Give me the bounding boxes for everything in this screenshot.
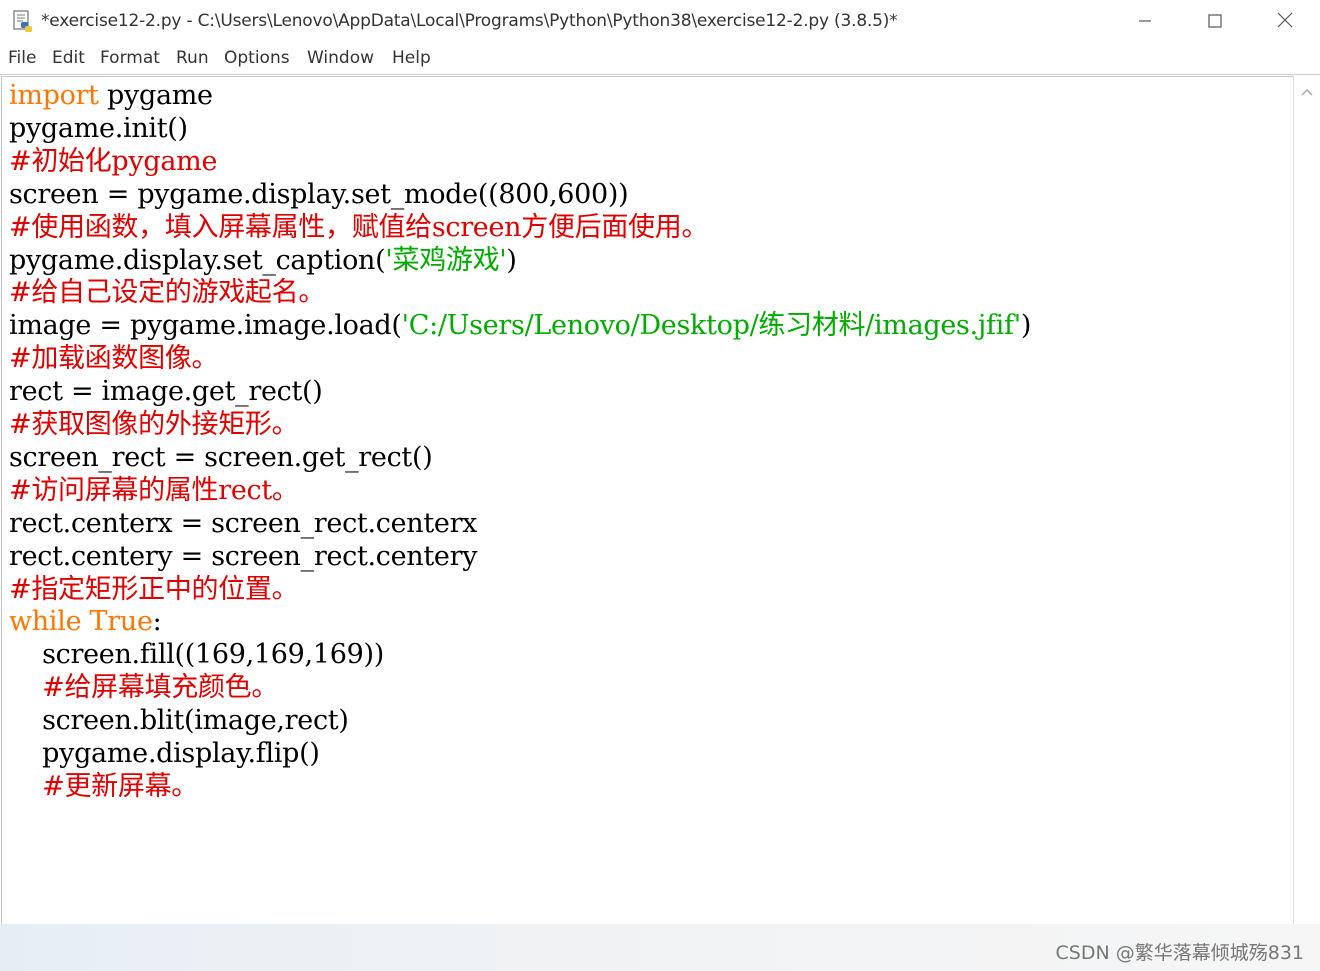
- code-line: #指定矩形正中的位置。: [9, 573, 299, 606]
- code-line: screen.fill((169,169,169)): [9, 638, 384, 671]
- code-token: pygame: [98, 80, 213, 111]
- comment-token: #给自己设定的游戏起名。: [9, 277, 326, 309]
- comment-token: #访问屏幕的属性rect。: [9, 474, 299, 506]
- comment-token: #获取图像的外接矩形。: [9, 409, 299, 440]
- menu-edit[interactable]: Edit: [52, 48, 85, 68]
- code-line: image = pygame.image.load('C:/Users/Leno…: [9, 309, 1031, 342]
- code-token: rect.centery = screen_rect.centery: [9, 540, 478, 572]
- python-file-icon[interactable]: [12, 10, 34, 34]
- code-token: ): [1020, 310, 1032, 342]
- close-button[interactable]: [1250, 0, 1320, 44]
- code-token: :: [152, 606, 162, 638]
- string-token: 'C:/Users/Lenovo/Desktop/练习材料/images.jfi…: [401, 310, 1021, 342]
- code-token: rect.centerx = screen_rect.centerx: [9, 507, 478, 539]
- menu-help[interactable]: Help: [392, 48, 431, 68]
- code-token: screen = pygame.display.set_mode((800,60…: [9, 178, 629, 210]
- keyword-token: True: [89, 606, 153, 638]
- code-line: screen.blit(image,rect): [9, 704, 349, 737]
- code-line: rect = image.get_rect(): [9, 375, 323, 408]
- scroll-up-arrow-icon[interactable]: [1300, 82, 1314, 96]
- code-token: pygame.display.set_caption(: [9, 244, 386, 276]
- code-line: #更新屏幕。: [9, 770, 198, 803]
- code-line: #给屏幕填充颜色。: [9, 671, 278, 704]
- maximize-icon: [1208, 13, 1222, 32]
- code-token: screen.fill((169,169,169)): [9, 639, 384, 671]
- code-line: rect.centerx = screen_rect.centerx: [9, 507, 477, 540]
- code-line: pygame.init(): [9, 112, 188, 145]
- code-token: ): [506, 244, 517, 276]
- comment-token: #给屏幕填充颜色。: [42, 672, 279, 704]
- code-token: screen_rect = screen.get_rect(): [9, 441, 433, 473]
- code-line: pygame.display.flip(): [9, 737, 320, 770]
- code-token: pygame.init(): [9, 112, 188, 144]
- comment-token: #指定矩形正中的位置。: [9, 573, 299, 605]
- menu-options[interactable]: Options: [224, 48, 290, 68]
- code-token: rect = image.get_rect(): [9, 376, 323, 408]
- comment-token: #加载函数图像。: [9, 343, 219, 375]
- code-line: #给自己设定的游戏起名。: [9, 276, 325, 309]
- code-editor[interactable]: import pygame pygame.init() #初始化pygame scre…: [1, 76, 1294, 925]
- comment-token: #初始化pygame: [9, 145, 218, 177]
- minimize-icon: [1138, 13, 1152, 32]
- keyword-token: while: [9, 606, 82, 638]
- string-token: '菜鸡游戏': [385, 244, 507, 276]
- comment-token: #更新屏幕。: [42, 770, 198, 802]
- code-line: while True:: [9, 605, 162, 638]
- close-icon: [1277, 12, 1293, 32]
- code-line: import pygame: [9, 79, 213, 112]
- menu-format[interactable]: Format: [100, 48, 160, 68]
- code-token: pygame.display.flip(): [9, 738, 320, 769]
- maximize-button[interactable]: [1180, 0, 1250, 44]
- comment-token: #使用函数，填入屏幕属性，赋值给screen方便后面使用。: [9, 211, 709, 243]
- code-line: rect.centery = screen_rect.centery: [9, 540, 477, 573]
- menu-file[interactable]: File: [8, 48, 36, 68]
- title-bar: *exercise12-2.py - C:\Users\Lenovo\AppDa…: [0, 0, 1320, 44]
- code-line: pygame.display.set_caption('菜鸡游戏'): [9, 244, 517, 277]
- code-token: image = pygame.image.load(: [9, 310, 402, 342]
- vertical-scrollbar[interactable]: [1293, 76, 1320, 924]
- menu-bar: File Edit Format Run Options Window Help: [0, 44, 1320, 75]
- code-line: #加载函数图像。: [9, 342, 219, 375]
- minimize-button[interactable]: [1110, 0, 1180, 44]
- keyword-token: import: [9, 80, 99, 111]
- code-line: screen = pygame.display.set_mode((800,60…: [9, 178, 629, 211]
- code-line: #访问屏幕的属性rect。: [9, 474, 299, 507]
- code-line: screen_rect = screen.get_rect(): [9, 441, 433, 474]
- watermark-text: CSDN @繁华落幕倾城殇831: [1055, 942, 1304, 964]
- code-line: #初始化pygame: [9, 145, 217, 178]
- code-line: #使用函数，填入屏幕属性，赋值给screen方便后面使用。: [9, 211, 708, 244]
- menu-run[interactable]: Run: [176, 48, 209, 68]
- code-token: screen.blit(image,rect): [9, 705, 349, 737]
- window-title: *exercise12-2.py - C:\Users\Lenovo\AppDa…: [41, 11, 898, 31]
- menu-window[interactable]: Window: [307, 48, 374, 68]
- code-line: #获取图像的外接矩形。: [9, 408, 299, 441]
